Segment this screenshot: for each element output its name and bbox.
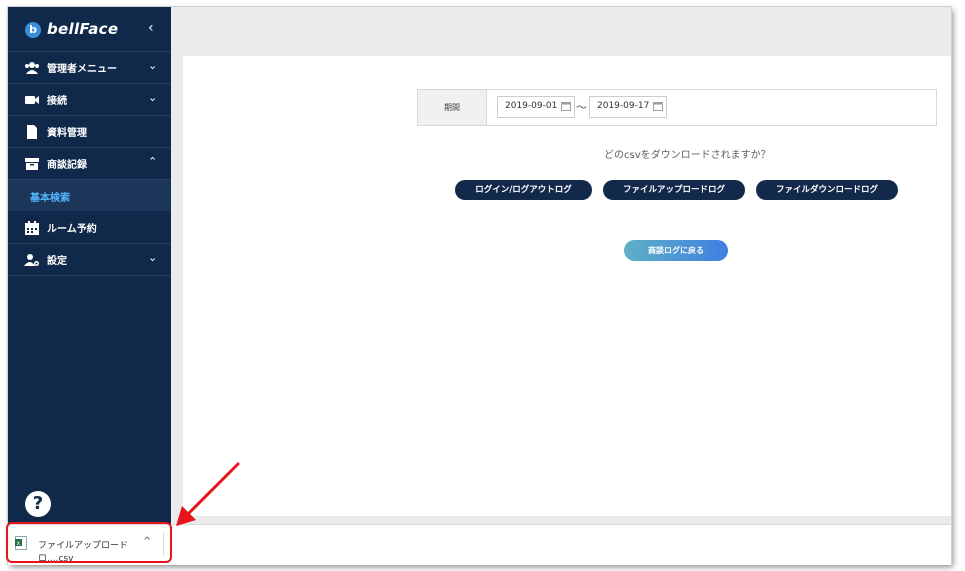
brand-logo-icon: b bbox=[25, 22, 41, 38]
chevron-up-icon: ⌃ bbox=[148, 155, 158, 168]
sidebar-item-label: 資料管理 bbox=[47, 128, 87, 139]
sidebar: b bellFace ‹ 管理者メニュー ⌄ 接続 ⌄ 資料管理 商談記録 ⌃ … bbox=[8, 7, 171, 524]
sidebar-item-documents[interactable]: 資料管理 bbox=[8, 116, 171, 148]
download-prompt: どのcsvをダウンロードされますか？ bbox=[604, 150, 771, 161]
sidebar-subitem-basic-search[interactable]: 基本検索 bbox=[8, 180, 171, 211]
sidebar-item-connect[interactable]: 接続 ⌄ bbox=[8, 84, 171, 116]
user-cog-icon bbox=[24, 254, 39, 266]
sidebar-item-label: ルーム予約 bbox=[47, 224, 97, 235]
archive-box-icon bbox=[25, 158, 39, 170]
end-date-value: 2019-09-17 bbox=[597, 101, 650, 111]
sidebar-item-settings[interactable]: 設定 ⌄ bbox=[8, 244, 171, 276]
sidebar-subitem-label: 基本検索 bbox=[30, 193, 70, 204]
chevron-down-icon: ⌄ bbox=[148, 59, 158, 72]
sidebar-item-label: 設定 bbox=[47, 256, 67, 267]
sidebar-item-label: 商談記録 bbox=[47, 160, 87, 171]
document-icon bbox=[27, 125, 37, 139]
sidebar-item-label: 接続 bbox=[47, 96, 67, 107]
sidebar-item-meeting-records[interactable]: 商談記録 ⌃ bbox=[8, 148, 171, 180]
highlight-box bbox=[6, 522, 172, 563]
start-date-value: 2019-09-01 bbox=[505, 101, 558, 111]
login-logout-log-button[interactable]: ログイン/ログアウトログ bbox=[455, 180, 592, 200]
sidebar-item-admin-menu[interactable]: 管理者メニュー ⌄ bbox=[8, 52, 171, 84]
start-date-field[interactable]: 2019-09-01 bbox=[497, 96, 575, 118]
red-arrow-annotation bbox=[176, 462, 240, 526]
date-separator: 〜 bbox=[576, 101, 587, 114]
calendar-icon[interactable] bbox=[561, 101, 571, 111]
sidebar-item-room-reservation[interactable]: ルーム予約 bbox=[8, 212, 171, 244]
date-range-filter: 期間 2019-09-01 〜 2019-09-17 bbox=[417, 89, 937, 126]
sidebar-header: b bellFace ‹ bbox=[8, 7, 171, 52]
file-download-log-button[interactable]: ファイルダウンロードログ bbox=[756, 180, 898, 200]
chevron-down-icon: ⌄ bbox=[148, 251, 158, 264]
end-date-field[interactable]: 2019-09-17 bbox=[589, 96, 667, 118]
calendar-icon bbox=[25, 221, 39, 235]
sidebar-item-label: 管理者メニュー bbox=[47, 64, 117, 75]
back-to-meeting-log-button[interactable]: 商談ログに戻る bbox=[624, 240, 728, 261]
video-camera-icon bbox=[25, 96, 39, 104]
file-upload-log-button[interactable]: ファイルアップロードログ bbox=[603, 180, 745, 200]
calendar-icon[interactable] bbox=[653, 101, 663, 111]
period-label: 期間 bbox=[418, 90, 487, 125]
collapse-sidebar-button[interactable]: ‹ bbox=[148, 20, 154, 36]
help-icon[interactable]: ? bbox=[25, 491, 51, 517]
chevron-down-icon: ⌄ bbox=[148, 91, 158, 104]
users-icon bbox=[25, 62, 39, 74]
brand-name: bellFace bbox=[47, 20, 119, 38]
